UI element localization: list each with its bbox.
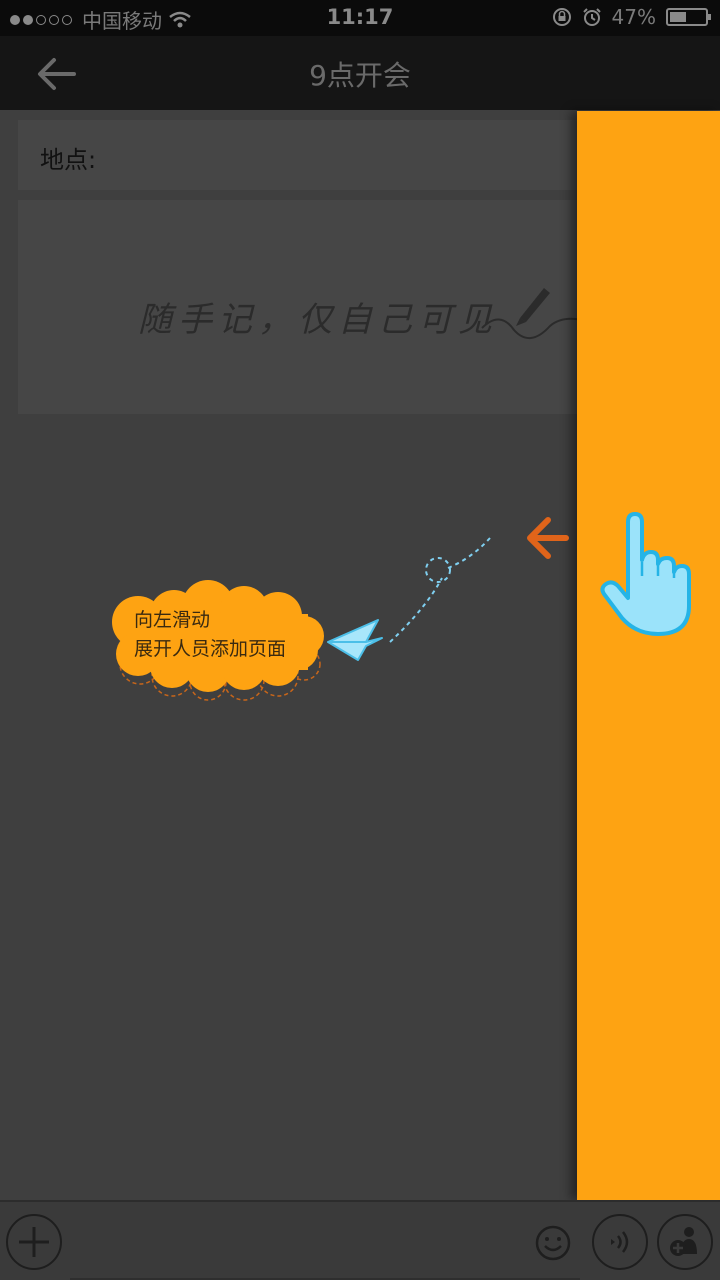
- tutorial-cloud: 向左滑动 展开人员添加页面: [108, 578, 328, 702]
- rotation-lock-icon: [552, 8, 571, 26]
- note-placeholder: 随手记，仅自己可见: [138, 300, 498, 340]
- tutorial-line-1: 向左滑动: [134, 609, 211, 631]
- page-title: 9点开会: [309, 59, 411, 92]
- bottom-toolbar: [0, 1200, 720, 1280]
- battery-percent: 47%: [611, 5, 656, 29]
- tutorial-line-2: 展开人员添加页面: [134, 638, 287, 660]
- navigation-bar: 9点开会: [0, 36, 720, 110]
- location-label: 地点:: [40, 146, 97, 174]
- left-arrow-icon: [527, 517, 569, 559]
- plus-icon: [19, 1227, 49, 1257]
- tutorial-text: 向左滑动 展开人员添加页面: [134, 606, 286, 664]
- note-textarea[interactable]: 随手记，仅自己可见: [18, 200, 591, 414]
- paper-plane-icon: [327, 537, 491, 661]
- voice-button[interactable]: [592, 1214, 648, 1270]
- status-bar-right: 47%: [552, 5, 711, 29]
- location-field[interactable]: 地点:: [18, 120, 588, 190]
- add-person-button[interactable]: [657, 1214, 713, 1270]
- alarm-icon: [582, 8, 601, 26]
- status-bar: 中国移动 11:17 47%: [0, 0, 720, 36]
- voice-icon: [611, 1231, 629, 1253]
- emoji-button[interactable]: [534, 1224, 572, 1262]
- add-button[interactable]: [6, 1214, 62, 1270]
- people-drawer[interactable]: [577, 111, 720, 1200]
- add-person-icon: [670, 1227, 697, 1256]
- smiley-icon: [535, 1225, 571, 1261]
- pointing-hand-icon: [600, 512, 691, 636]
- battery-icon: [666, 8, 711, 26]
